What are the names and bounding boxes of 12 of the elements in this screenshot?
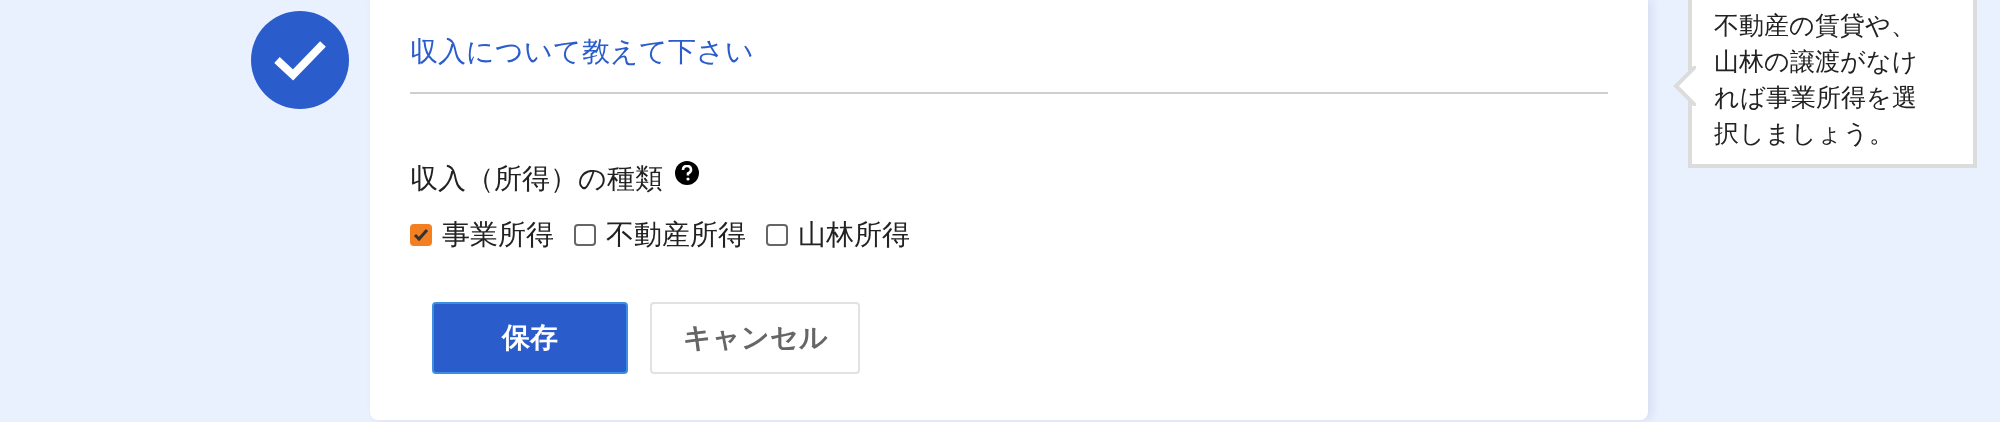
- cancel-button[interactable]: キャンセル: [650, 302, 860, 374]
- checkbox-option[interactable]: 山林所得: [766, 216, 910, 254]
- field-label: 収入（所得）の種類: [410, 161, 663, 197]
- checkbox-option[interactable]: 不動産所得: [574, 216, 746, 254]
- save-button[interactable]: 保存: [432, 302, 628, 374]
- checkbox[interactable]: [574, 224, 596, 246]
- checkbox[interactable]: [766, 224, 788, 246]
- section-title: 収入について教えて下さい: [410, 34, 1608, 94]
- tooltip-text: 不動産の賃貸や、山林の譲渡がなければ事業所得を選択しましょう。: [1714, 10, 1919, 150]
- help-icon[interactable]: [675, 161, 699, 185]
- checkbox-option[interactable]: 事業所得: [410, 216, 554, 254]
- checkbox[interactable]: [410, 224, 432, 246]
